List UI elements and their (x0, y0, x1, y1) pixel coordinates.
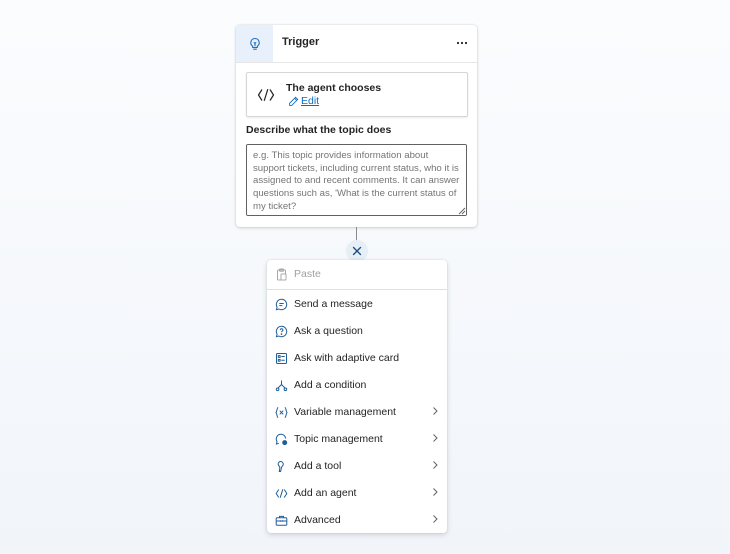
toolbox-icon (274, 513, 288, 527)
adaptive-card-icon (274, 351, 288, 365)
trigger-icon (236, 25, 273, 62)
menu-item-label: Send a message (294, 298, 373, 310)
chevron-right-icon (433, 461, 438, 469)
chevron-right-icon (433, 488, 438, 496)
menu-item-variable-management[interactable]: Variable management (267, 398, 447, 425)
trigger-type-box: The agent chooses Edit (246, 72, 468, 117)
agent-icon (274, 486, 288, 500)
trigger-header: Trigger (236, 25, 477, 63)
more-horizontal-icon (456, 41, 468, 45)
trigger-node-card[interactable]: Trigger The agent chooses Edit Describe … (236, 25, 477, 227)
menu-item-add-tool[interactable]: Add a tool (267, 452, 447, 479)
menu-item-label: Advanced (294, 514, 341, 526)
close-icon (352, 246, 362, 256)
menu-item-ask-question[interactable]: Ask a question (267, 317, 447, 344)
chevron-right-icon (433, 434, 438, 442)
edit-trigger-link[interactable]: Edit (288, 95, 319, 107)
close-menu-button[interactable] (346, 240, 368, 262)
connector-line (356, 227, 357, 241)
clipboard-icon (274, 267, 288, 281)
branch-icon (274, 378, 288, 392)
menu-item-label: Add a condition (294, 379, 367, 391)
tool-icon (274, 459, 288, 473)
menu-item-label: Topic management (294, 433, 383, 445)
resize-grip-icon[interactable] (457, 206, 466, 215)
pencil-icon (289, 96, 299, 106)
variable-icon (274, 405, 288, 419)
trigger-type-title: The agent chooses (286, 82, 382, 94)
menu-item-paste: Paste (267, 260, 447, 287)
menu-item-label: Add a tool (294, 460, 342, 472)
menu-item-topic-management[interactable]: Topic management (267, 425, 447, 452)
menu-item-send-message[interactable]: Send a message (267, 290, 447, 317)
menu-item-add-condition[interactable]: Add a condition (267, 371, 447, 398)
menu-item-label: Ask with adaptive card (294, 352, 400, 364)
describe-label: Describe what the topic does (246, 124, 392, 136)
question-icon (274, 324, 288, 338)
menu-item-label: Variable management (294, 406, 396, 418)
menu-item-add-agent[interactable]: Add an agent (267, 479, 447, 506)
menu-item-label: Ask a question (294, 325, 363, 337)
more-options-button[interactable] (454, 35, 470, 51)
topic-description-input[interactable] (246, 144, 467, 216)
menu-item-advanced[interactable]: Advanced (267, 506, 447, 533)
menu-item-label: Paste (294, 268, 321, 280)
agent-choice-icon (257, 89, 275, 101)
trigger-title: Trigger (282, 36, 320, 48)
message-icon (274, 297, 288, 311)
topic-icon (274, 432, 288, 446)
chevron-right-icon (433, 515, 438, 523)
edit-label: Edit (301, 95, 320, 107)
add-node-menu: Paste Send a message Ask a question Ask … (267, 260, 447, 533)
menu-item-label: Add an agent (294, 487, 357, 499)
menu-item-adaptive-card[interactable]: Ask with adaptive card (267, 344, 447, 371)
chevron-right-icon (433, 407, 438, 415)
